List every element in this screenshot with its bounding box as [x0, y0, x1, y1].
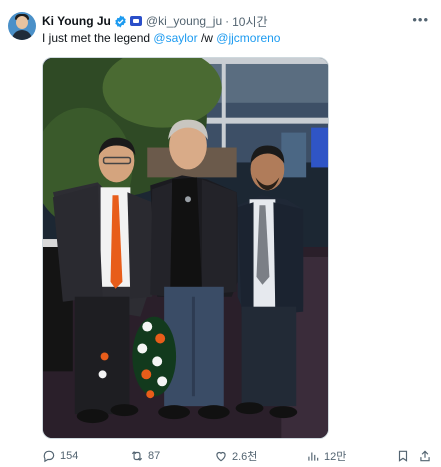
- repost-icon: [131, 451, 143, 461]
- views-icon: [308, 452, 319, 461]
- reply-button[interactable]: 154: [42, 448, 78, 464]
- mention-link-saylor[interactable]: @saylor: [153, 31, 197, 45]
- share-icon: [420, 450, 430, 462]
- avatar-face: [16, 16, 28, 29]
- verified-badge-icon: [115, 15, 126, 27]
- bookmark-icon: [398, 450, 408, 462]
- author-name[interactable]: Ki Young Ju: [42, 14, 111, 28]
- share-button[interactable]: [418, 448, 432, 464]
- author-handle[interactable]: @ki_young_ju: [146, 14, 222, 28]
- avatar-shoulders: [12, 30, 32, 40]
- reply-count: 154: [60, 450, 79, 462]
- photo-illustration: [43, 58, 328, 438]
- tweet-text: I just met the legend @saylor /w @jjcmor…: [42, 31, 280, 45]
- separator-dot: ·: [225, 14, 230, 28]
- tweet-text-middle: /w: [197, 31, 217, 45]
- views-button[interactable]: 12만: [306, 448, 346, 464]
- tweet-photo[interactable]: [42, 57, 329, 439]
- like-count: 2.6천: [232, 451, 258, 463]
- tweet-header: Ki Young Ju @ki_young_ju · 10시간: [42, 12, 268, 30]
- mention-link-jjcmoreno[interactable]: @jjcmoreno: [216, 31, 280, 45]
- tweet-actions: 154 87 2.6천 12만: [42, 448, 432, 466]
- like-icon: [216, 451, 226, 462]
- reply-icon: [43, 450, 55, 463]
- bookmark-button[interactable]: [396, 448, 410, 464]
- like-button[interactable]: 2.6천: [214, 448, 257, 464]
- more-icon[interactable]: •••: [412, 12, 429, 27]
- views-count: 12만: [324, 451, 347, 463]
- flag-badge-icon: [129, 16, 142, 26]
- tweet-timestamp[interactable]: 10시간: [232, 13, 267, 30]
- repost-count: 87: [148, 450, 161, 462]
- avatar[interactable]: [8, 12, 36, 40]
- tweet-text-prefix: I just met the legend: [42, 31, 154, 45]
- repost-button[interactable]: 87: [130, 448, 160, 464]
